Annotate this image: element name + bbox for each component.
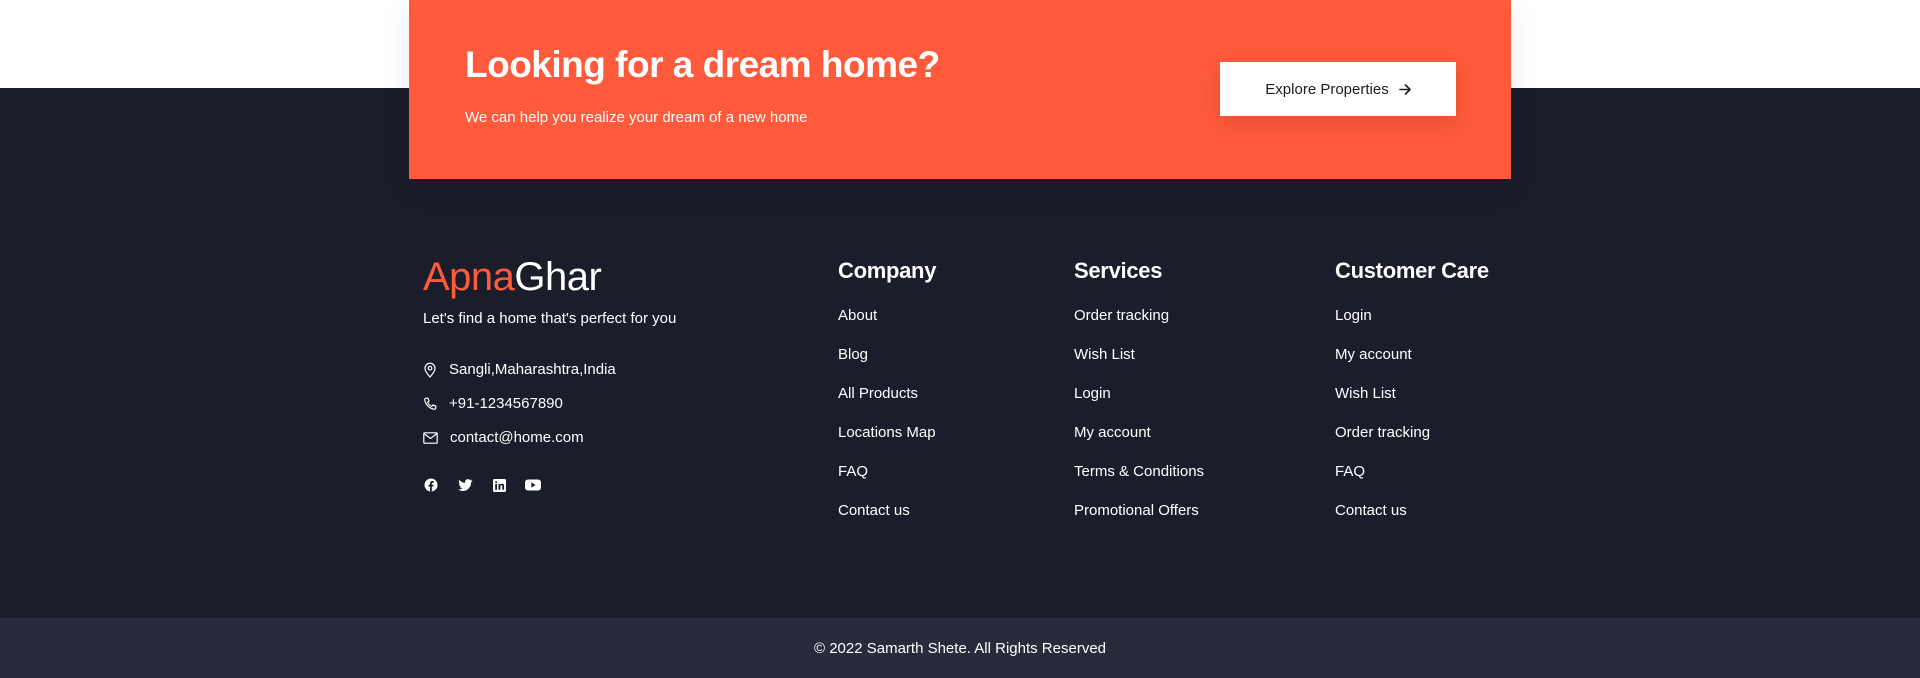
footer-link-faq[interactable]: FAQ: [838, 462, 936, 501]
mail-icon: [423, 431, 438, 444]
copyright-text: © 2022 Samarth Shete. All Rights Reserve…: [813, 639, 1107, 657]
social-links: [423, 477, 541, 493]
contact-phone-text: +91-1234567890: [449, 395, 563, 412]
footer-link-faq[interactable]: FAQ: [1335, 462, 1489, 501]
facebook-icon[interactable]: [423, 477, 439, 493]
cta-title: Looking for a dream home?: [465, 44, 940, 85]
contact-phone[interactable]: +91-1234567890: [423, 395, 563, 412]
youtube-icon[interactable]: [525, 477, 541, 493]
footer-link-all-products[interactable]: All Products: [838, 384, 936, 423]
footer-tagline: Let's find a home that's perfect for you: [423, 310, 677, 327]
footer-link-wish-list[interactable]: Wish List: [1335, 384, 1489, 423]
footer-link-blog[interactable]: Blog: [838, 345, 936, 384]
explore-properties-label: Explore Properties: [1265, 80, 1389, 98]
column-title: Company: [838, 258, 937, 283]
logo-part-apna: Apna: [423, 255, 515, 299]
footer-link-order-tracking[interactable]: Order tracking: [1074, 306, 1204, 345]
contact-address-text: Sangli,Maharashtra,India: [449, 361, 616, 378]
footer-link-promotional-offers[interactable]: Promotional Offers: [1074, 501, 1204, 540]
explore-properties-button[interactable]: Explore Properties: [1220, 62, 1456, 116]
footer-link-about[interactable]: About: [838, 306, 936, 345]
services-links: Order tracking Wish List Login My accoun…: [1074, 306, 1204, 540]
footer-link-my-account[interactable]: My account: [1074, 423, 1204, 462]
logo-part-ghar: Ghar: [514, 255, 602, 299]
footer-link-login[interactable]: Login: [1335, 306, 1489, 345]
cta-subtitle: We can help you realize your dream of a …: [465, 109, 808, 126]
contact-email-text: contact@home.com: [450, 429, 584, 446]
contact-address: Sangli,Maharashtra,India: [423, 361, 616, 378]
footer-link-wish-list[interactable]: Wish List: [1074, 345, 1204, 384]
footer-column-company: Company About Blog All Products Location…: [838, 258, 936, 540]
column-title: Services: [1074, 258, 1163, 283]
cta-banner: Looking for a dream home? We can help yo…: [409, 0, 1511, 179]
phone-icon: [423, 397, 437, 411]
footer-column-customer-care: Customer Care Login My account Wish List…: [1335, 258, 1489, 540]
arrow-right-icon: [1398, 83, 1411, 95]
footer-link-locations-map[interactable]: Locations Map: [838, 423, 936, 462]
footer-link-order-tracking[interactable]: Order tracking: [1335, 423, 1489, 462]
footer-link-login[interactable]: Login: [1074, 384, 1204, 423]
footer-link-terms[interactable]: Terms & Conditions: [1074, 462, 1204, 501]
contact-email[interactable]: contact@home.com: [423, 429, 584, 446]
company-links: About Blog All Products Locations Map FA…: [838, 306, 936, 540]
footer-logo[interactable]: ApnaGhar: [423, 255, 602, 300]
customer-care-links: Login My account Wish List Order trackin…: [1335, 306, 1489, 540]
footer-column-services: Services Order tracking Wish List Login …: [1074, 258, 1204, 540]
location-pin-icon: [423, 362, 437, 378]
footer-bottom-bar: © 2022 Samarth Shete. All Rights Reserve…: [0, 618, 1920, 678]
column-title: Customer Care: [1335, 258, 1489, 283]
linkedin-icon[interactable]: [491, 477, 507, 493]
footer-link-contact-us[interactable]: Contact us: [838, 501, 936, 540]
footer-link-contact-us[interactable]: Contact us: [1335, 501, 1489, 540]
twitter-icon[interactable]: [457, 477, 473, 493]
footer-link-my-account[interactable]: My account: [1335, 345, 1489, 384]
